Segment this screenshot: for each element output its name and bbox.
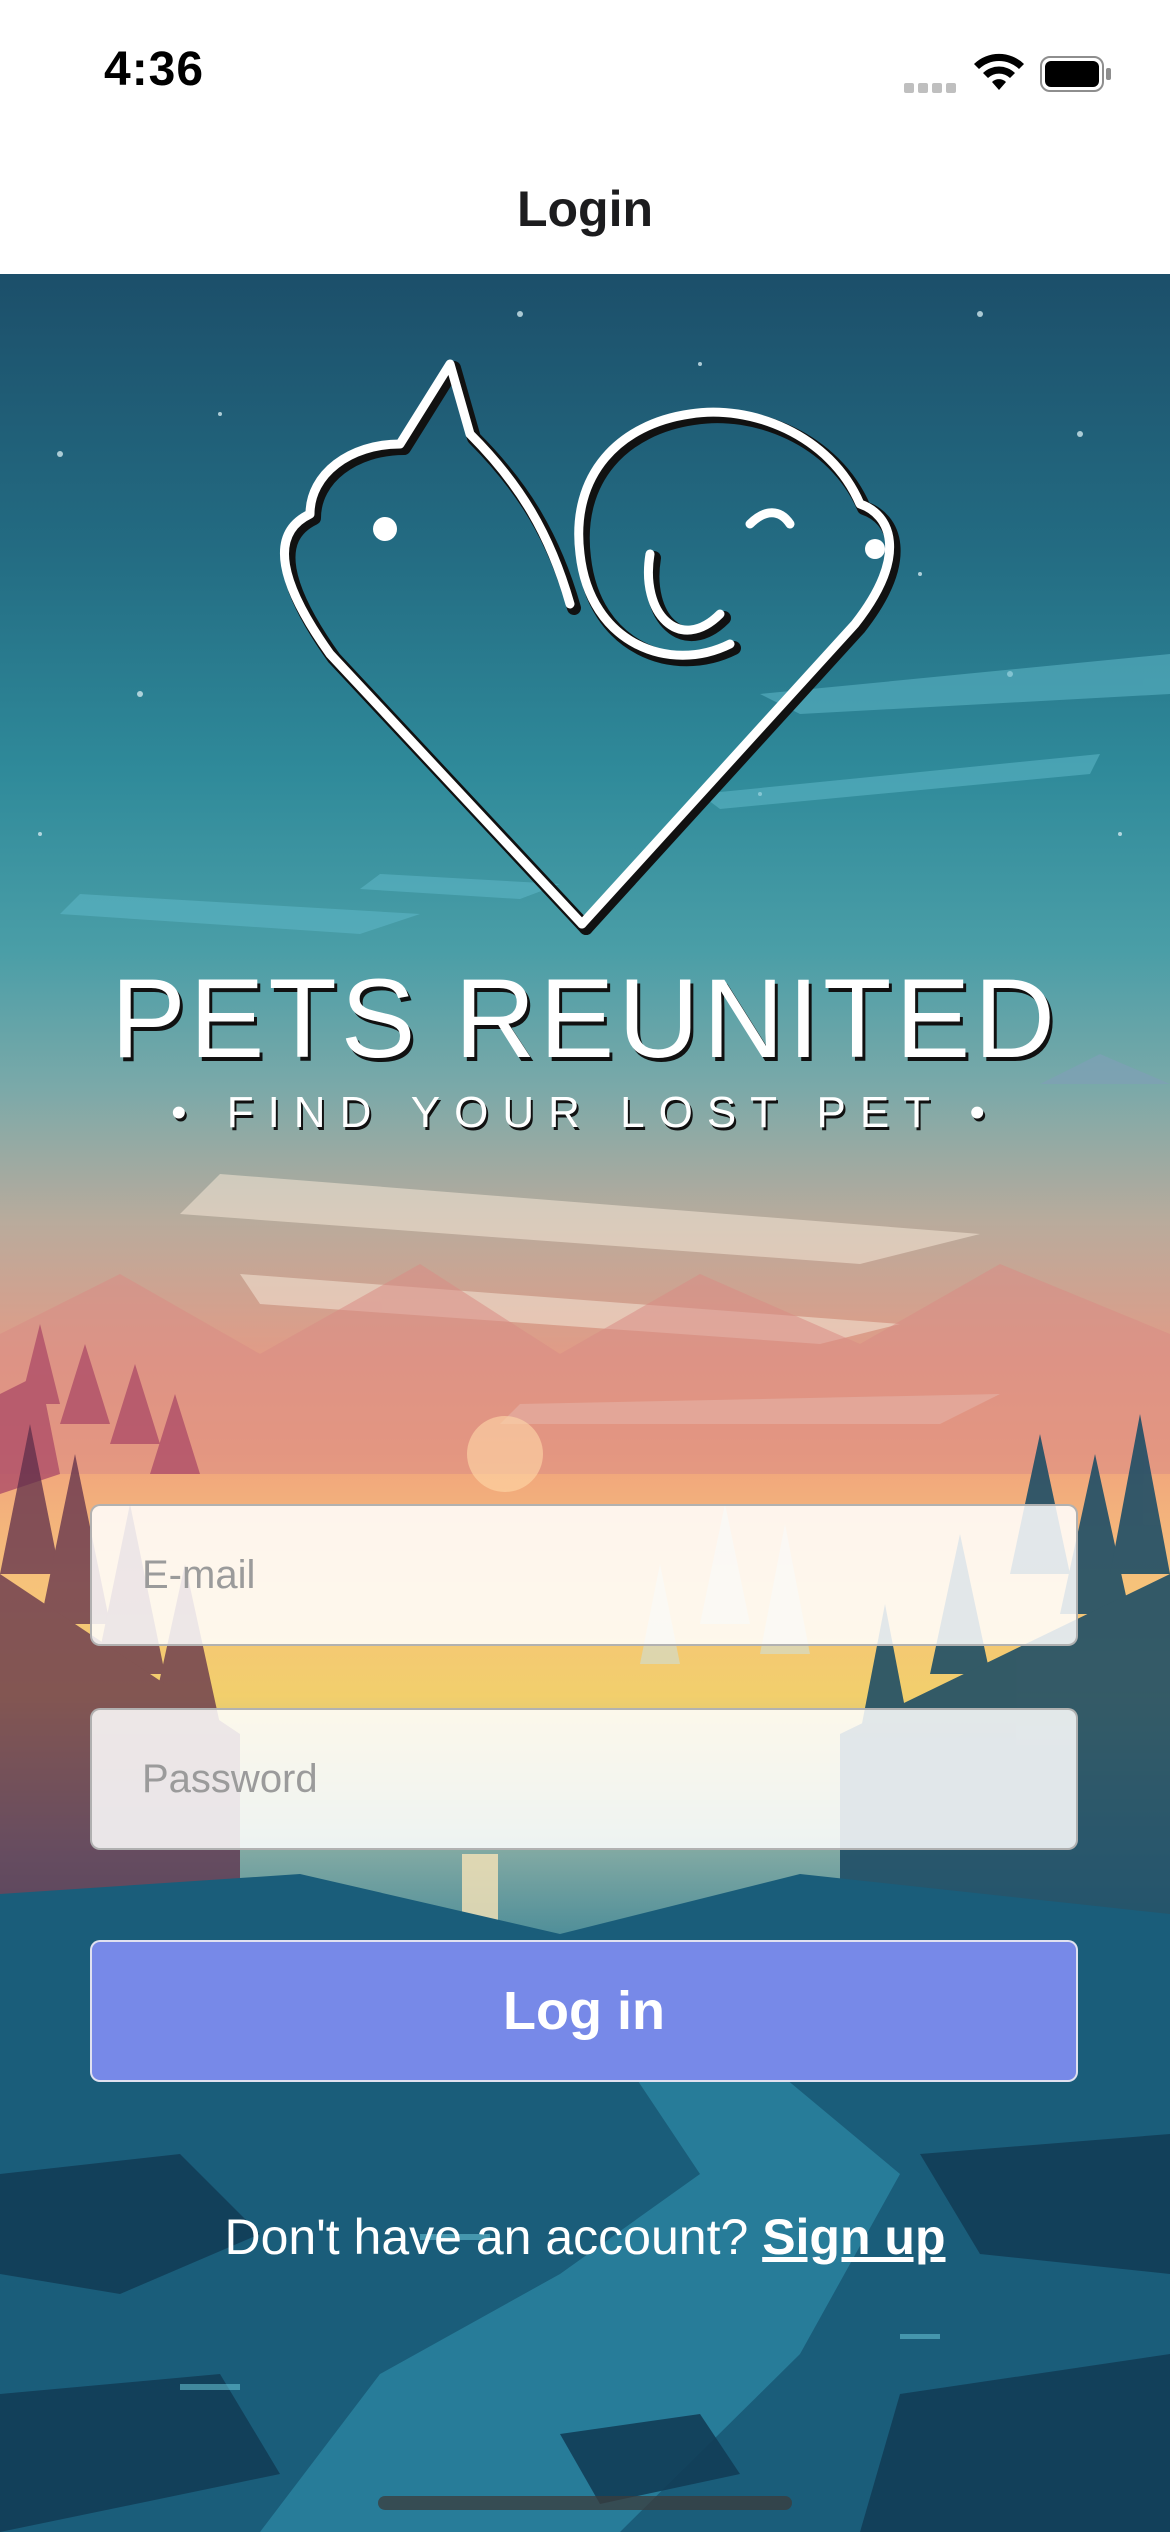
signup-prompt-text: Don't have an account? xyxy=(224,2209,763,2265)
email-field[interactable] xyxy=(90,1504,1078,1646)
home-indicator[interactable] xyxy=(378,2496,792,2510)
signup-link[interactable]: Sign up xyxy=(762,2209,945,2265)
background-landscape: PETS REUNITED • FIND YOUR LOST PET • Log… xyxy=(0,274,1170,2532)
login-screen: 4:36 Login PETS REUNITED • FIND YOUR LOS… xyxy=(0,0,1170,2532)
brand-tagline: • FIND YOUR LOST PET • xyxy=(171,1088,999,1137)
status-bar: 4:36 xyxy=(0,0,1170,140)
password-field[interactable] xyxy=(90,1708,1078,1850)
page-title: Login xyxy=(516,181,654,237)
cellular-signal-icon xyxy=(904,80,960,93)
navigation-bar: Login xyxy=(0,140,1170,274)
login-button[interactable]: Log in xyxy=(90,1940,1078,2082)
signup-prompt-row: Don't have an account? Sign up xyxy=(0,2208,1170,2266)
brand-title: PETS REUNITED xyxy=(110,956,1060,1081)
wifi-icon xyxy=(974,53,1024,90)
pet-heart-logo xyxy=(280,359,901,935)
battery-icon xyxy=(1040,56,1111,92)
status-time: 4:36 xyxy=(104,43,205,96)
